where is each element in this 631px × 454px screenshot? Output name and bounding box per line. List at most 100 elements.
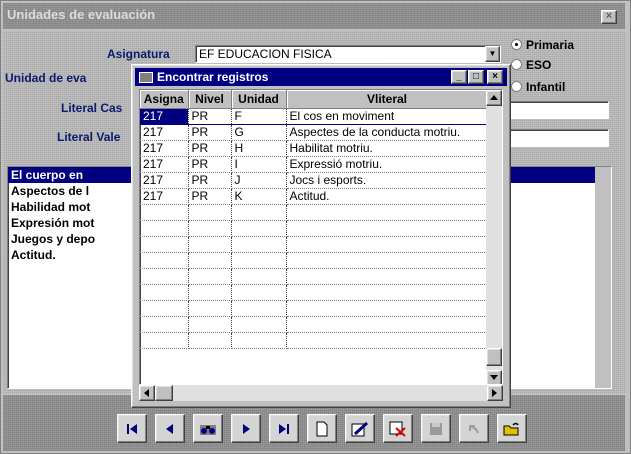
cell-vliteral[interactable]: Expressió motriu. bbox=[286, 156, 489, 173]
empty-cell[interactable] bbox=[188, 220, 232, 237]
empty-cell[interactable] bbox=[231, 300, 287, 317]
empty-cell[interactable] bbox=[188, 268, 232, 285]
cell-asigna[interactable]: 217 bbox=[140, 140, 189, 157]
empty-cell[interactable] bbox=[231, 284, 287, 301]
empty-table-row[interactable] bbox=[140, 220, 489, 237]
empty-cell[interactable] bbox=[286, 300, 489, 317]
new-record-button[interactable] bbox=[307, 414, 337, 443]
table-row[interactable]: 217 PR G Aspectes de la conducta motriu. bbox=[140, 124, 489, 141]
column-header[interactable]: Asigna bbox=[140, 90, 189, 109]
cell-asigna[interactable]: 217 bbox=[140, 108, 189, 125]
empty-cell[interactable] bbox=[140, 252, 189, 269]
cell-unidad[interactable]: I bbox=[231, 156, 287, 173]
cell-asigna[interactable]: 217 bbox=[140, 188, 189, 205]
save-record-button[interactable] bbox=[421, 414, 451, 443]
table-row[interactable]: 217 PR I Expressió motriu. bbox=[140, 156, 489, 173]
cell-vliteral[interactable]: Jocs i esports. bbox=[286, 172, 489, 189]
empty-cell[interactable] bbox=[140, 332, 189, 349]
empty-cell[interactable] bbox=[231, 316, 287, 333]
cell-vliteral[interactable]: Aspectes de la conducta motriu. bbox=[286, 124, 489, 141]
empty-cell[interactable] bbox=[286, 252, 489, 269]
close-button[interactable]: × bbox=[601, 10, 617, 24]
empty-cell[interactable] bbox=[140, 220, 189, 237]
grid-horizontal-scrollbar[interactable] bbox=[139, 385, 503, 401]
table-row[interactable]: 217 PR H Habilitat motriu. bbox=[140, 140, 489, 157]
empty-table-row[interactable] bbox=[140, 204, 489, 221]
empty-cell[interactable] bbox=[286, 316, 489, 333]
scroll-thumb[interactable] bbox=[486, 348, 502, 366]
empty-table-row[interactable] bbox=[140, 252, 489, 269]
cell-nivel[interactable]: PR bbox=[188, 140, 232, 157]
empty-cell[interactable] bbox=[188, 332, 232, 349]
cell-unidad[interactable]: K bbox=[231, 188, 287, 205]
literal-castellano-field[interactable] bbox=[508, 101, 609, 119]
empty-cell[interactable] bbox=[188, 300, 232, 317]
empty-cell[interactable] bbox=[286, 268, 489, 285]
cell-asigna[interactable]: 217 bbox=[140, 156, 189, 173]
empty-cell[interactable] bbox=[286, 204, 489, 221]
table-row[interactable]: 217 PR F El cos en moviment bbox=[140, 108, 489, 125]
empty-cell[interactable] bbox=[188, 252, 232, 269]
empty-cell[interactable] bbox=[140, 284, 189, 301]
cell-vliteral[interactable]: Actitud. bbox=[286, 188, 489, 205]
find-records-button[interactable] bbox=[193, 414, 223, 443]
radio-eso[interactable]: ESO bbox=[511, 58, 551, 72]
scroll-left-button[interactable] bbox=[139, 385, 155, 401]
radio-infantil[interactable]: Infantil bbox=[511, 80, 565, 94]
empty-cell[interactable] bbox=[286, 332, 489, 349]
empty-table-row[interactable] bbox=[140, 284, 489, 301]
scroll-up-button[interactable] bbox=[486, 90, 502, 106]
dialog-close-button[interactable]: × bbox=[487, 70, 503, 84]
scroll-right-button[interactable] bbox=[487, 385, 503, 401]
empty-table-row[interactable] bbox=[140, 300, 489, 317]
empty-cell[interactable] bbox=[286, 236, 489, 253]
cell-asigna[interactable]: 217 bbox=[140, 172, 189, 189]
dropdown-arrow-icon[interactable]: ▼ bbox=[485, 46, 500, 62]
literal-valenciano-field[interactable] bbox=[508, 129, 609, 147]
cell-unidad[interactable]: G bbox=[231, 124, 287, 141]
cell-nivel[interactable]: PR bbox=[188, 188, 232, 205]
empty-table-row[interactable] bbox=[140, 268, 489, 285]
empty-cell[interactable] bbox=[140, 316, 189, 333]
table-row[interactable]: 217 PR K Actitud. bbox=[140, 188, 489, 205]
empty-table-row[interactable] bbox=[140, 332, 489, 349]
records-grid[interactable]: Asigna Nivel Unidad Vliteral 217 PR F El… bbox=[139, 89, 503, 385]
edit-record-button[interactable] bbox=[345, 414, 375, 443]
empty-cell[interactable] bbox=[231, 236, 287, 253]
empty-cell[interactable] bbox=[140, 204, 189, 221]
list-scrollbar[interactable] bbox=[595, 167, 611, 388]
cell-asigna[interactable]: 217 bbox=[140, 124, 189, 141]
empty-cell[interactable] bbox=[188, 236, 232, 253]
empty-cell[interactable] bbox=[140, 300, 189, 317]
cell-nivel[interactable]: PR bbox=[188, 156, 232, 173]
delete-record-button[interactable] bbox=[383, 414, 413, 443]
column-header[interactable]: Unidad bbox=[231, 90, 287, 109]
cell-unidad[interactable]: F bbox=[231, 108, 287, 125]
cell-nivel[interactable]: PR bbox=[188, 172, 232, 189]
empty-cell[interactable] bbox=[188, 284, 232, 301]
empty-cell[interactable] bbox=[188, 204, 232, 221]
empty-cell[interactable] bbox=[286, 220, 489, 237]
last-record-button[interactable] bbox=[269, 414, 299, 443]
empty-cell[interactable] bbox=[286, 284, 489, 301]
asignatura-select[interactable]: EF EDUCACION FISICA ▼ bbox=[195, 45, 501, 63]
empty-cell[interactable] bbox=[231, 204, 287, 221]
maximize-button[interactable]: □ bbox=[468, 70, 484, 84]
empty-cell[interactable] bbox=[140, 236, 189, 253]
empty-cell[interactable] bbox=[140, 268, 189, 285]
previous-record-button[interactable] bbox=[155, 414, 185, 443]
undo-button[interactable] bbox=[459, 414, 489, 443]
table-row[interactable]: 217 PR J Jocs i esports. bbox=[140, 172, 489, 189]
radio-primaria[interactable]: Primaria bbox=[511, 38, 574, 52]
empty-cell[interactable] bbox=[231, 220, 287, 237]
hscroll-thumb[interactable] bbox=[155, 385, 173, 401]
column-header[interactable]: Vliteral bbox=[286, 90, 489, 109]
empty-cell[interactable] bbox=[231, 252, 287, 269]
empty-cell[interactable] bbox=[188, 316, 232, 333]
cell-vliteral[interactable]: Habilitat motriu. bbox=[286, 140, 489, 157]
grid-vertical-scrollbar[interactable] bbox=[486, 90, 502, 384]
cell-unidad[interactable]: J bbox=[231, 172, 287, 189]
first-record-button[interactable] bbox=[117, 414, 147, 443]
empty-table-row[interactable] bbox=[140, 316, 489, 333]
scroll-down-button[interactable] bbox=[486, 370, 502, 384]
